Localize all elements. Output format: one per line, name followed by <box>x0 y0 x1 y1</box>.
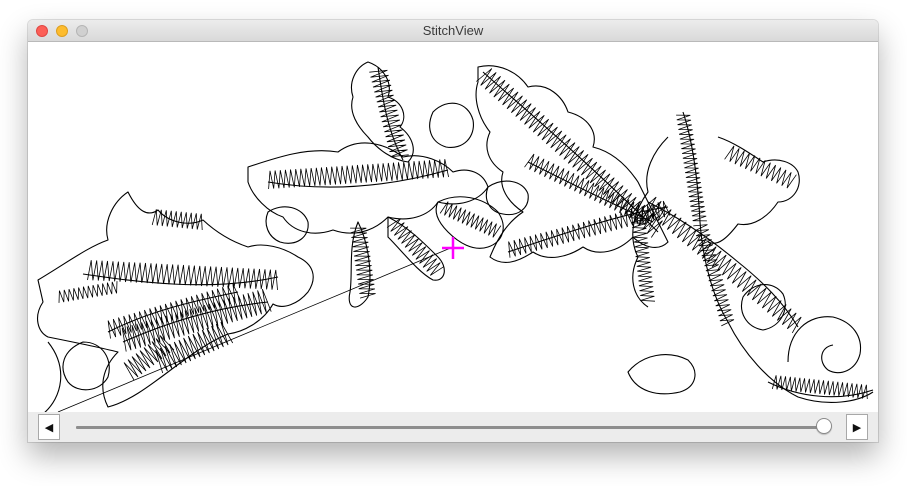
satin-stitch <box>87 260 278 291</box>
window-title: StitchView <box>422 23 484 38</box>
satin-stitch <box>58 281 118 303</box>
stitch-slider-knob[interactable] <box>816 418 833 434</box>
stitch-slider-track[interactable] <box>76 426 828 429</box>
stitch-paths <box>37 61 874 412</box>
triangle-right-icon: ▶ <box>852 421 862 434</box>
needle-position-icon <box>442 237 464 259</box>
satin-stitch <box>676 114 707 222</box>
title-bar[interactable]: StitchView <box>28 20 878 42</box>
stitch-slider-fill <box>76 426 825 429</box>
satin-stitch <box>476 68 663 238</box>
embroidery-design <box>37 61 874 412</box>
satin-stitch <box>508 200 671 258</box>
satin-stitch <box>642 196 802 334</box>
triangle-left-icon: ◀ <box>44 421 54 434</box>
satin-stitch <box>771 375 868 400</box>
satin-stitch <box>724 145 797 189</box>
satin-stitch <box>693 224 735 327</box>
satin-stitch <box>350 227 376 299</box>
satin-stitch <box>268 159 449 190</box>
app-window: StitchView ◀ ▶ <box>28 20 878 442</box>
step-forward-button[interactable]: ▶ <box>846 414 868 440</box>
satin-stitch-hatching <box>58 68 868 400</box>
stitch-canvas[interactable] <box>28 42 878 412</box>
step-back-button[interactable]: ◀ <box>38 414 60 440</box>
playback-bar: ◀ ▶ <box>28 412 878 442</box>
